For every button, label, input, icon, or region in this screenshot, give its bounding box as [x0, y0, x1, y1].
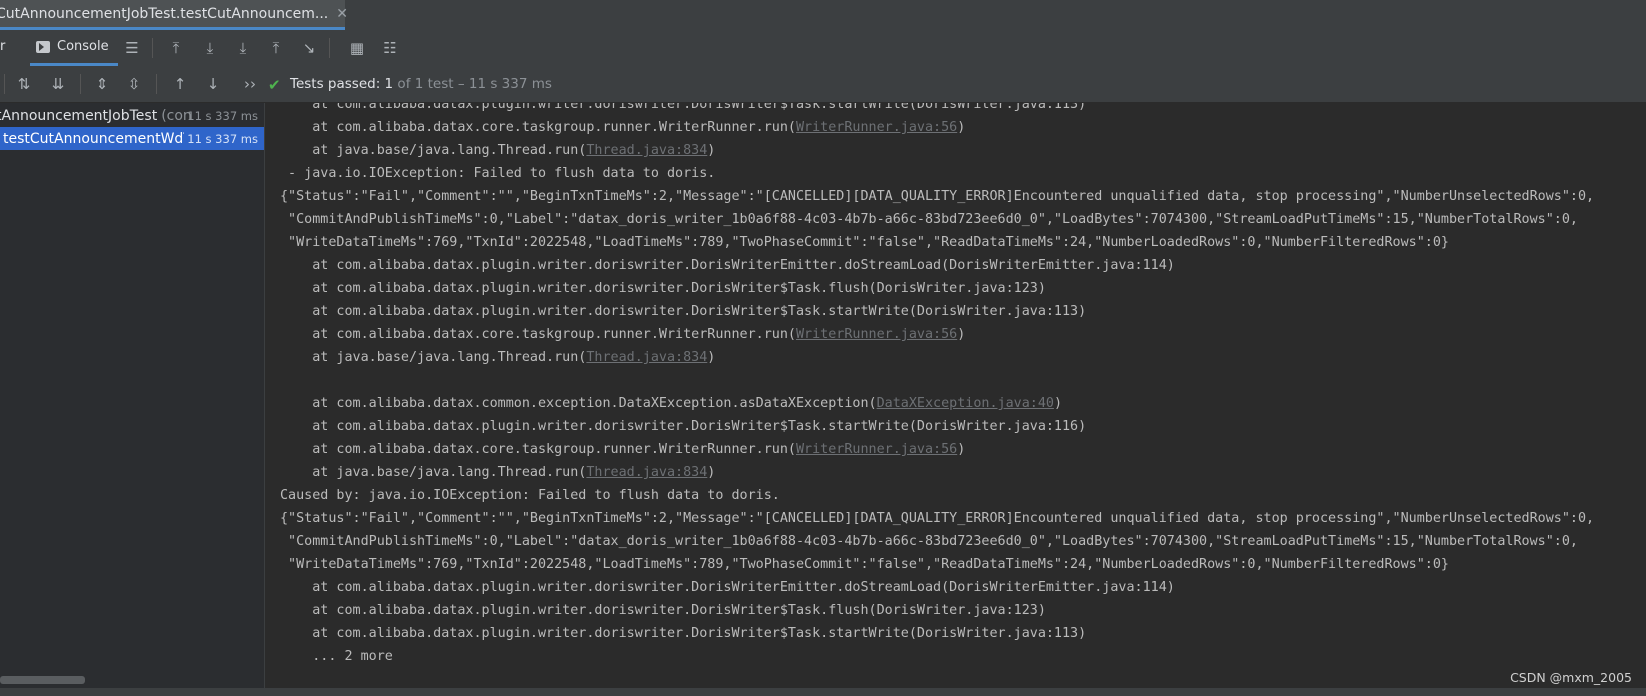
- log-line: {"Status":"Fail","Comment":"","BeginTxnT…: [280, 511, 1595, 526]
- editor-tab-bar: CutAnnouncementJobTest.testCutAnnouncem.…: [0, 0, 1646, 31]
- truncated-tab-label[interactable]: r: [0, 39, 5, 54]
- previous-failed-icon[interactable]: ↑: [170, 74, 190, 94]
- source-link[interactable]: DataXException.java:40: [877, 396, 1054, 411]
- toolbar-separator: [80, 74, 81, 94]
- log-line: at com.alibaba.datax.plugin.writer.doris…: [280, 281, 1046, 296]
- log-line: at com.alibaba.datax.core.taskgroup.runn…: [280, 120, 966, 135]
- console-tab-label: Console: [57, 39, 109, 54]
- source-link[interactable]: Thread.java:834: [586, 465, 707, 480]
- test-duration: 11 s 337 ms: [184, 131, 258, 146]
- test-tree: tAnnouncementJobTest (con 11 s 337 ms te…: [0, 103, 265, 688]
- log-line: "CommitAndPublishTimeMs":0,"Label":"data…: [280, 534, 1578, 549]
- collapse-all-icon[interactable]: ⇳: [124, 74, 144, 94]
- run-tab[interactable]: CutAnnouncementJobTest.testCutAnnouncem.…: [0, 0, 348, 30]
- table-icon[interactable]: ▦: [347, 38, 367, 58]
- source-link[interactable]: WriterRunner.java:56: [796, 120, 957, 135]
- log-line: "CommitAndPublishTimeMs":0,"Label":"data…: [280, 212, 1578, 227]
- log-line: at java.base/java.lang.Thread.run(Thread…: [280, 465, 716, 480]
- tree-item-test-method[interactable]: testCutAnnouncementWdTc 11 s 337 ms: [0, 127, 264, 150]
- more-actions-icon[interactable]: ››: [240, 74, 260, 94]
- log-line: - java.io.IOException: Failed to flush d…: [280, 166, 716, 181]
- test-status: Tests passed: 1 of 1 test – 11 s 337 ms: [290, 76, 552, 92]
- run-toolbar: r Console ☰ ⤒ ⤓ ⤓ ⤒ ↘ ▦ ☷: [0, 30, 1646, 67]
- menu-icon[interactable]: ☰: [122, 38, 142, 58]
- sort-alphabetically-icon[interactable]: ⇅: [14, 74, 34, 94]
- toolbar-separator: [156, 74, 157, 94]
- log-line: at com.alibaba.datax.plugin.writer.doris…: [280, 603, 1046, 618]
- source-link[interactable]: WriterRunner.java:56: [796, 442, 957, 457]
- log-line: at com.alibaba.datax.common.exception.Da…: [280, 396, 1063, 411]
- log-line: at com.alibaba.datax.plugin.writer.doris…: [280, 258, 1175, 273]
- close-icon[interactable]: ✕: [336, 6, 348, 22]
- upload-icon[interactable]: ⤒: [266, 38, 286, 58]
- log-line: ... 2 more: [280, 649, 393, 664]
- log-line: Caused by: java.io.IOException: Failed t…: [280, 488, 780, 503]
- sort-by-duration-icon[interactable]: ⇊: [48, 74, 68, 94]
- log-line: at java.base/java.lang.Thread.run(Thread…: [280, 143, 716, 158]
- scroll-to-stacktrace-icon[interactable]: ⤒: [166, 38, 186, 58]
- test-duration: 11 s 337 ms: [187, 108, 258, 123]
- toolbar-separator: [329, 38, 330, 58]
- log-line: at com.alibaba.datax.plugin.writer.doris…: [280, 419, 1087, 434]
- watermark: CSDN @mxm_2005: [1510, 670, 1632, 685]
- log-text: at com.alibaba.datax.plugin.writer.doris…: [280, 103, 1594, 668]
- toolbar-separator: [152, 38, 153, 58]
- log-line: at com.alibaba.datax.plugin.writer.doris…: [280, 626, 1087, 641]
- check-icon: ✔: [268, 76, 281, 94]
- log-line: {"Status":"Fail","Comment":"","BeginTxnT…: [280, 189, 1595, 204]
- next-failed-icon[interactable]: ↓: [203, 74, 223, 94]
- console-icon: [36, 40, 50, 53]
- log-line: "WriteDataTimeMs":769,"TxnId":2022548,"L…: [280, 557, 1449, 572]
- log-line: at com.alibaba.datax.core.taskgroup.runn…: [280, 442, 966, 457]
- settings-sliders-icon[interactable]: ☷: [380, 38, 400, 58]
- log-line: "WriteDataTimeMs":769,"TxnId":2022548,"L…: [280, 235, 1449, 250]
- log-line: at com.alibaba.datax.plugin.writer.doris…: [280, 103, 1087, 112]
- log-line: at com.alibaba.datax.core.taskgroup.runn…: [280, 327, 966, 342]
- log-line: at com.alibaba.datax.plugin.writer.doris…: [280, 580, 1175, 595]
- download-icon[interactable]: ⤓: [200, 38, 220, 58]
- source-link[interactable]: Thread.java:834: [586, 143, 707, 158]
- run-tab-title: CutAnnouncementJobTest.testCutAnnouncem.…: [0, 5, 329, 22]
- toolbar-separator: [4, 74, 5, 94]
- source-link[interactable]: WriterRunner.java:56: [796, 327, 957, 342]
- log-line: at java.base/java.lang.Thread.run(Thread…: [280, 350, 716, 365]
- tree-item-test-class[interactable]: tAnnouncementJobTest (con 11 s 337 ms: [0, 104, 264, 127]
- log-line: at com.alibaba.datax.plugin.writer.doris…: [280, 304, 1087, 319]
- bottom-tool-strip: [0, 688, 1646, 696]
- console-output[interactable]: at com.alibaba.datax.plugin.writer.doris…: [265, 103, 1646, 688]
- expand-all-icon[interactable]: ⇕: [92, 74, 112, 94]
- tab-console[interactable]: Console: [30, 30, 118, 66]
- download-alt-icon[interactable]: ⤓: [233, 38, 253, 58]
- horizontal-scrollbar[interactable]: [0, 676, 85, 684]
- test-toolbar: ⇅ ⇊ ⇕ ⇳ ↑ ↓ ›› ✔ Tests passed: 1 of 1 te…: [0, 66, 1646, 103]
- step-into-icon[interactable]: ↘: [299, 38, 319, 58]
- source-link[interactable]: Thread.java:834: [586, 350, 707, 365]
